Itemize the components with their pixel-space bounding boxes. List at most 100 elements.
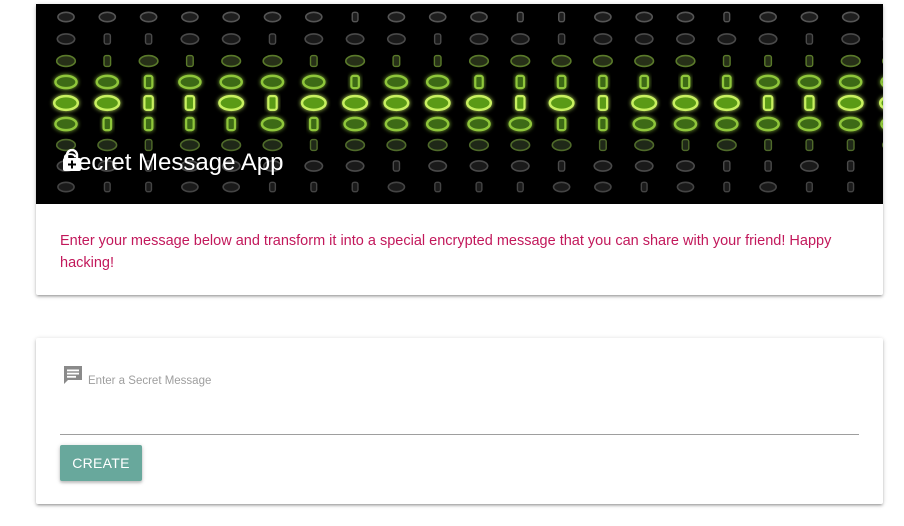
- binary-digit: [95, 74, 120, 90]
- binary-digit: [468, 54, 490, 68]
- binary-digit: [557, 160, 566, 172]
- binary-digit: [184, 95, 196, 111]
- binary-digit: [556, 116, 567, 132]
- binary-digit: [345, 54, 366, 68]
- binary-digit: [308, 116, 319, 132]
- binary-digit: [384, 74, 409, 90]
- binary-digit: [181, 11, 199, 23]
- binary-digit: [723, 160, 731, 172]
- binary-digit: [467, 116, 491, 132]
- binary-digit: [634, 160, 654, 172]
- binary-digit: [676, 181, 695, 193]
- binary-digit: [764, 138, 773, 152]
- binary-digit: [425, 116, 450, 132]
- binary-digit: [672, 94, 699, 112]
- binary-digit: [640, 181, 648, 193]
- message-form-card: Enter a Secret Message CREATE: [36, 338, 883, 504]
- binary-digit: [145, 181, 153, 193]
- binary-digit: [103, 181, 111, 193]
- binary-digit: [468, 138, 490, 152]
- binary-digit: [218, 94, 245, 112]
- binary-digit: [676, 33, 695, 45]
- binary-digit: [593, 33, 613, 45]
- binary-digit: [717, 33, 737, 45]
- binary-digit: [800, 11, 819, 23]
- secret-message-input[interactable]: [60, 398, 859, 435]
- binary-digit: [302, 74, 326, 90]
- binary-digit: [632, 116, 656, 132]
- binary-digit: [343, 116, 367, 132]
- binary-digit: [57, 11, 75, 23]
- binary-digit: [680, 74, 691, 90]
- binary-digit: [428, 160, 448, 172]
- binary-digit: [185, 54, 194, 68]
- binary-digit: [598, 74, 608, 90]
- binary-digit: [805, 33, 814, 45]
- binary-digit: [433, 33, 442, 45]
- binary-digit: [103, 33, 112, 45]
- binary-digit: [469, 160, 489, 172]
- binary-digit: [268, 33, 277, 45]
- binary-digit: [304, 160, 324, 172]
- binary-digit: [634, 138, 655, 152]
- binary-digit: [556, 74, 567, 90]
- binary-digit: [268, 181, 277, 193]
- binary-digit: [221, 54, 242, 68]
- binary-digit: [386, 33, 406, 45]
- binary-digit: [516, 11, 524, 23]
- binary-digit: [598, 138, 607, 152]
- binary-digit: [304, 33, 324, 45]
- binary-digit: [345, 33, 365, 45]
- binary-digit: [676, 11, 695, 23]
- binary-digit: [676, 160, 695, 172]
- binary-digit: [804, 95, 815, 111]
- binary-digit: [847, 181, 855, 193]
- binary-digit: [635, 11, 654, 23]
- binary-digit: [797, 116, 822, 132]
- app-title: Secret Message App: [62, 149, 284, 176]
- binary-digit: [510, 138, 531, 152]
- binary-digit: [221, 33, 241, 45]
- binary-digit: [631, 94, 658, 112]
- binary-digit: [102, 116, 113, 132]
- binary-digit: [54, 116, 78, 132]
- binary-digit: [723, 181, 731, 193]
- binary-digit: [52, 94, 80, 112]
- binary-digit: [54, 74, 78, 90]
- binary-digit: [592, 54, 614, 68]
- binary-digit: [551, 54, 572, 68]
- binary-digit: [516, 181, 524, 193]
- binary-digit: [846, 160, 855, 172]
- binary-digit: [226, 116, 237, 132]
- create-button[interactable]: CREATE: [60, 445, 142, 481]
- binary-digit: [350, 74, 360, 90]
- binary-digit: [309, 138, 318, 152]
- binary-digit: [222, 181, 241, 193]
- binary-digit: [138, 54, 159, 68]
- secret-message-label: Enter a Secret Message: [88, 375, 212, 387]
- binary-digit: [805, 54, 814, 68]
- binary-digit: [713, 94, 740, 112]
- binary-digit: [262, 54, 283, 68]
- binary-digit: [139, 11, 158, 23]
- binary-digit: [634, 54, 655, 68]
- binary-digit: [300, 94, 327, 112]
- binary-digit: [222, 11, 241, 23]
- app-description: Enter your message below and transform i…: [60, 233, 832, 271]
- intro-card: Secret Message App Enter your message be…: [36, 4, 883, 295]
- binary-digit: [594, 181, 612, 193]
- binary-digit: [681, 138, 690, 152]
- binary-digit: [764, 160, 772, 172]
- binary-digit: [475, 181, 483, 193]
- binary-digit: [597, 95, 609, 111]
- binary-digit: [840, 54, 861, 68]
- binary-digit: [805, 181, 813, 193]
- binary-digit: [434, 181, 442, 193]
- binary-digit: [758, 33, 778, 45]
- binary-digit: [425, 74, 450, 90]
- binary-digit: [756, 116, 780, 132]
- binary-digit: [673, 116, 698, 132]
- binary-digit: [98, 11, 117, 23]
- binary-digit: [185, 116, 195, 132]
- binary-digit: [181, 181, 199, 193]
